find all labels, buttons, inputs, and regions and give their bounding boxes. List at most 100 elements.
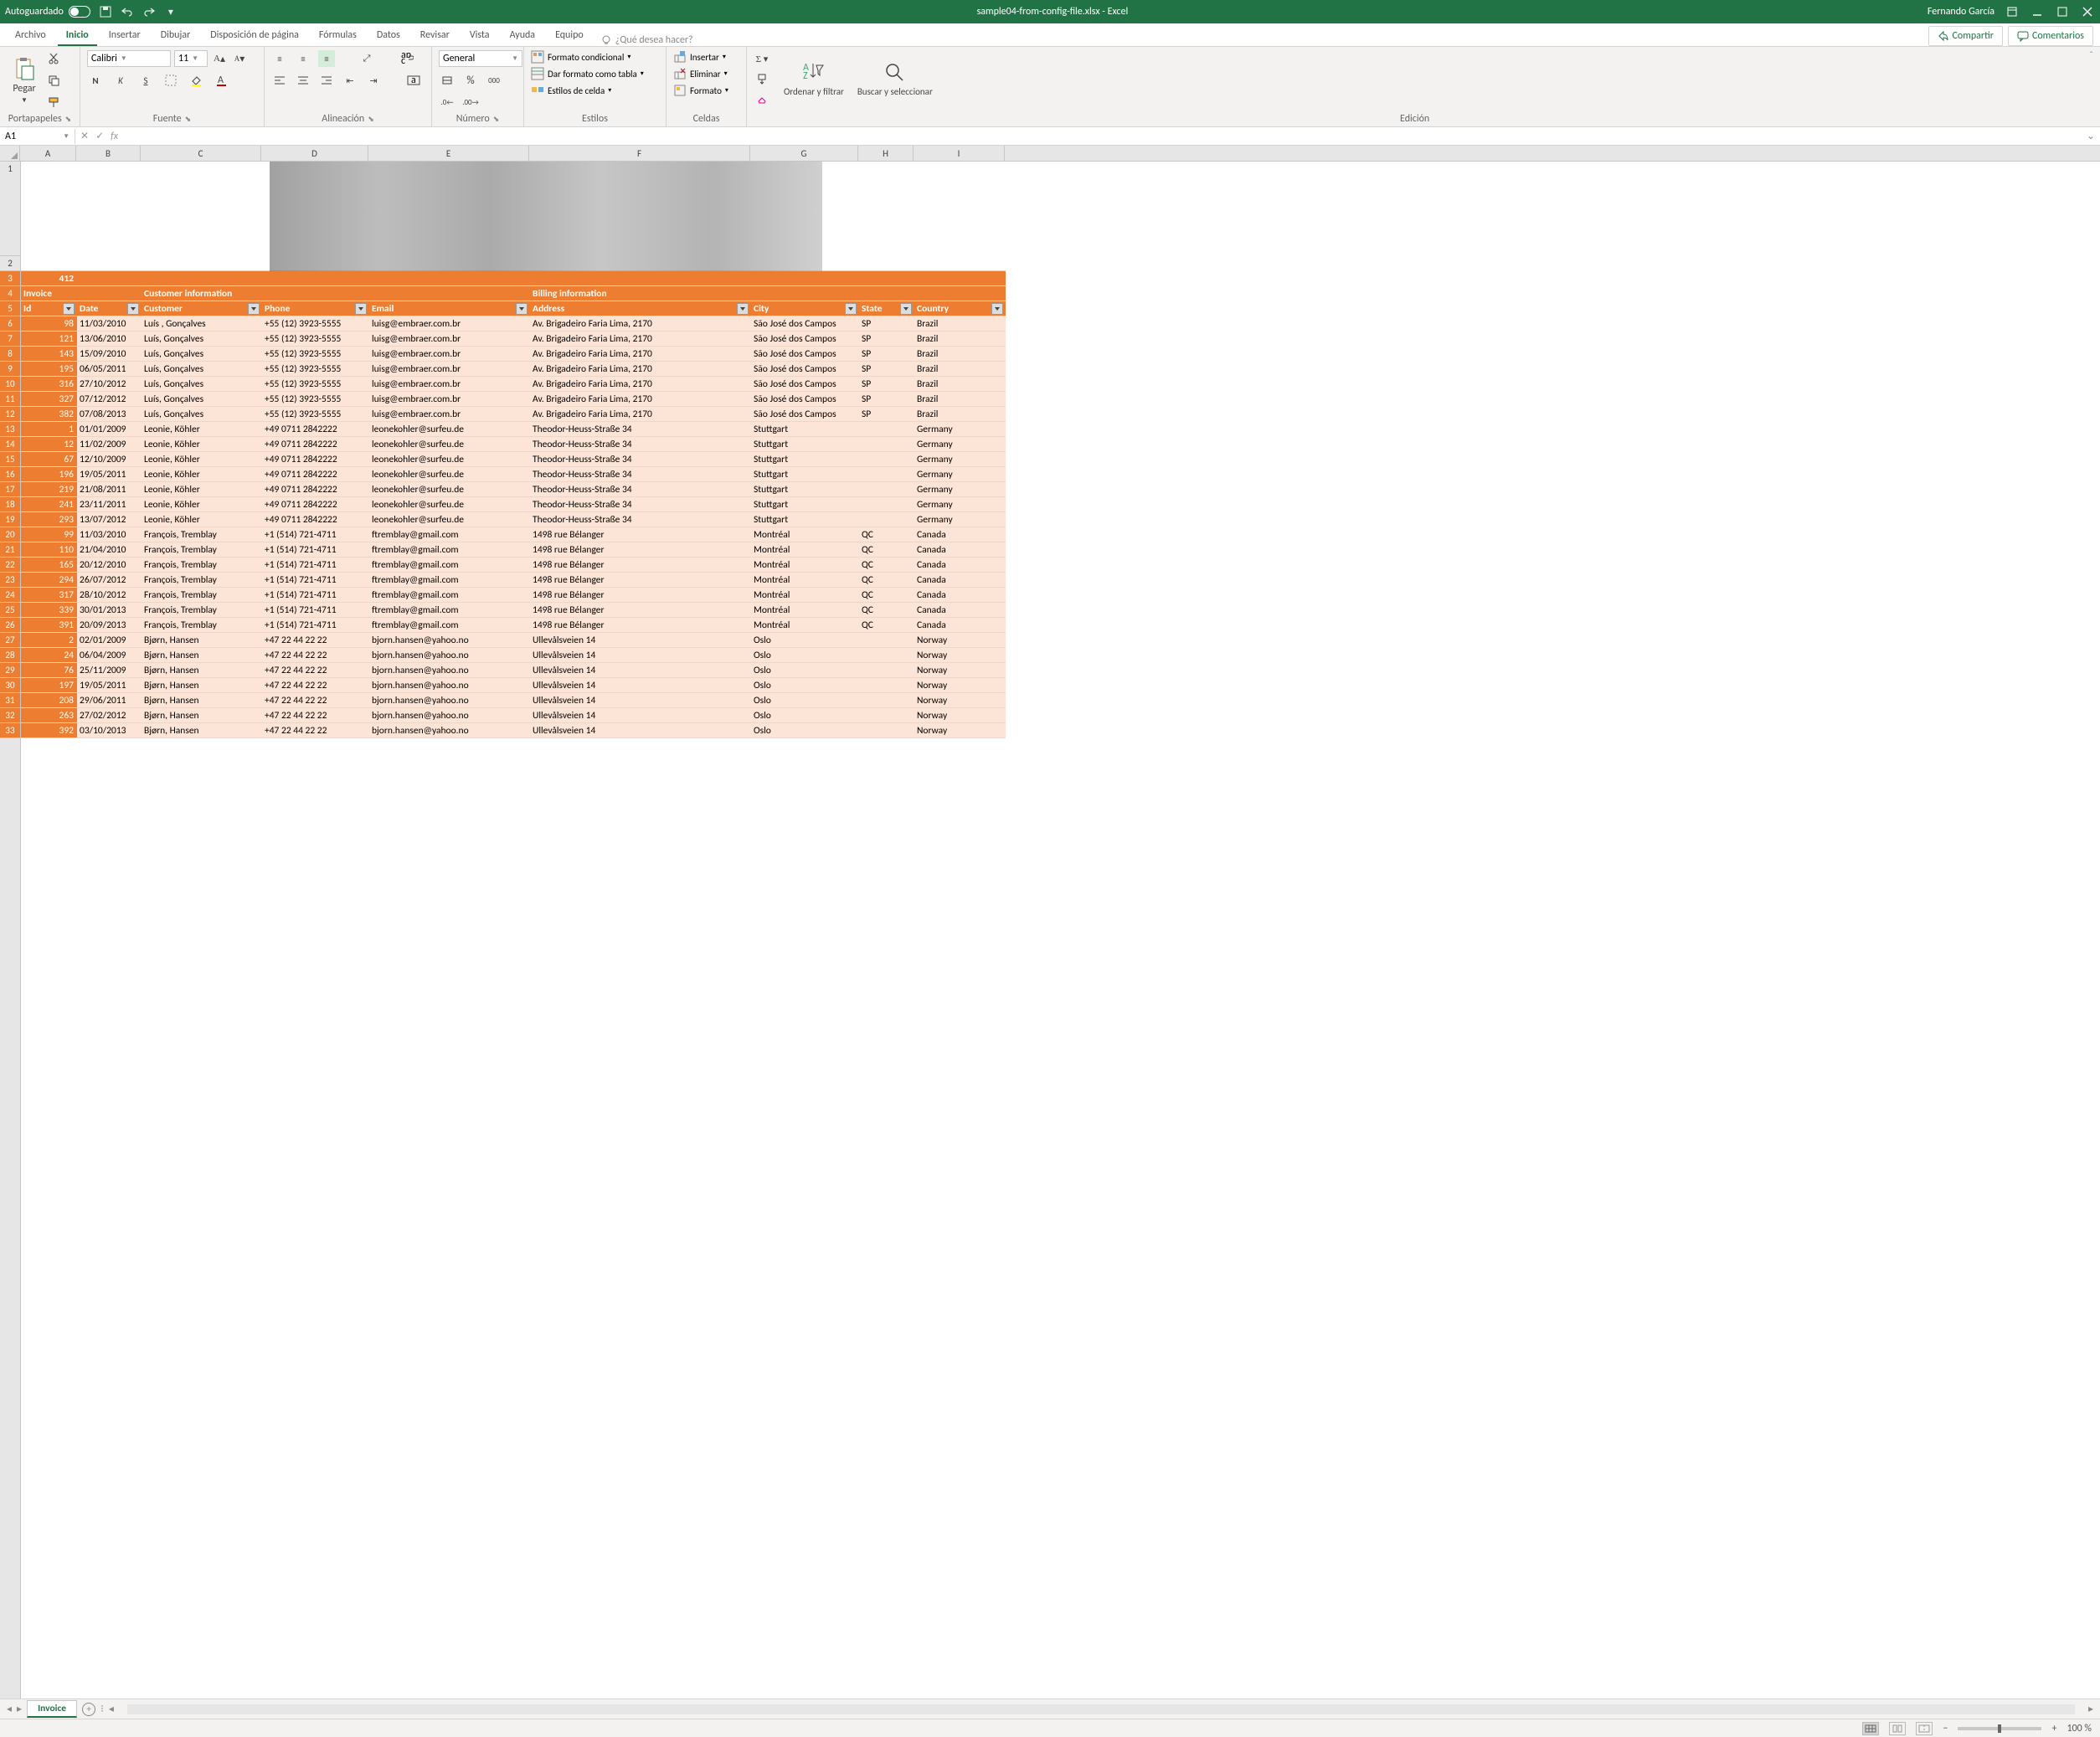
cell[interactable]: SP: [859, 331, 914, 346]
cell[interactable]: SP: [859, 377, 914, 391]
column-header[interactable]: F: [529, 146, 750, 161]
cell[interactable]: Bjørn, Hansen: [142, 708, 262, 722]
section-header[interactable]: [262, 286, 369, 301]
cell[interactable]: Norway: [914, 693, 1006, 707]
cell[interactable]: bjorn.hansen@yahoo.no: [369, 663, 530, 677]
align-left-icon[interactable]: [271, 72, 288, 89]
cell[interactable]: [859, 693, 914, 707]
cell[interactable]: Montréal: [751, 603, 859, 617]
row-header[interactable]: 6: [0, 316, 20, 331]
cell[interactable]: +55 (12) 3923-5555: [262, 392, 369, 406]
section-header[interactable]: Billing information: [530, 286, 751, 301]
cell[interactable]: 391: [21, 618, 77, 632]
sort-filter-button[interactable]: AZ Ordenar y filtrar: [779, 59, 849, 99]
cell[interactable]: +55 (12) 3923-5555: [262, 316, 369, 331]
align-right-icon[interactable]: [318, 72, 335, 89]
cell[interactable]: [859, 271, 914, 285]
ribbon-display-icon[interactable]: [2005, 4, 2020, 19]
cell[interactable]: [859, 678, 914, 692]
cell[interactable]: 99: [21, 527, 77, 542]
column-header[interactable]: G: [750, 146, 858, 161]
normal-view-icon[interactable]: [1862, 1722, 1879, 1735]
column-header[interactable]: C: [141, 146, 261, 161]
cell[interactable]: SP: [859, 407, 914, 421]
tab-formulas[interactable]: Fórmulas: [311, 26, 365, 46]
filter-dropdown-icon[interactable]: [737, 303, 749, 315]
cell[interactable]: Bjørn, Hansen: [142, 648, 262, 662]
align-center-icon[interactable]: [295, 72, 311, 89]
cell[interactable]: Luís, Gonçalves: [142, 347, 262, 361]
cell[interactable]: Bjørn, Hansen: [142, 693, 262, 707]
cell[interactable]: 27/10/2012: [77, 377, 142, 391]
cell[interactable]: ftremblay@gmail.com: [369, 603, 530, 617]
increase-decimal-icon[interactable]: .0←: [439, 94, 456, 110]
cell[interactable]: 143: [21, 347, 77, 361]
cell[interactable]: [859, 723, 914, 737]
autosum-icon[interactable]: Σ ▾: [754, 50, 770, 67]
cell[interactable]: [859, 708, 914, 722]
cell[interactable]: Bjørn, Hansen: [142, 723, 262, 737]
cell[interactable]: [859, 422, 914, 436]
cell[interactable]: [859, 512, 914, 527]
cell[interactable]: São José dos Campos: [751, 407, 859, 421]
cell[interactable]: Ullevålsveien 14: [530, 708, 751, 722]
row-header[interactable]: 5: [0, 301, 20, 316]
filter-dropdown-icon[interactable]: [63, 303, 75, 315]
cell[interactable]: [369, 271, 530, 285]
tab-draw[interactable]: Dibujar: [152, 26, 199, 46]
close-icon[interactable]: [2080, 4, 2095, 19]
cell[interactable]: 67: [21, 452, 77, 466]
qat-customize-icon[interactable]: ▾: [164, 5, 178, 18]
section-header[interactable]: Invoice: [21, 286, 77, 301]
fill-icon[interactable]: [754, 70, 770, 87]
cell[interactable]: 26/07/2012: [77, 573, 142, 587]
row-header[interactable]: 33: [0, 723, 20, 738]
page-layout-view-icon[interactable]: [1889, 1722, 1906, 1735]
font-name-dropdown[interactable]: Calibri▼: [87, 50, 171, 67]
cell[interactable]: +47 22 44 22 22: [262, 708, 369, 722]
delete-cells-button[interactable]: Eliminar ▾: [673, 67, 739, 80]
section-header[interactable]: [914, 286, 1006, 301]
column-header[interactable]: I: [914, 146, 1005, 161]
zoom-level[interactable]: 100 %: [2067, 1723, 2092, 1734]
user-name[interactable]: Fernando García: [1928, 6, 1994, 18]
table-column-header[interactable]: Id: [21, 301, 77, 316]
filter-dropdown-icon[interactable]: [516, 303, 528, 315]
cell[interactable]: 1498 rue Bélanger: [530, 618, 751, 632]
cell[interactable]: +47 22 44 22 22: [262, 678, 369, 692]
cell[interactable]: François, Tremblay: [142, 558, 262, 572]
filter-dropdown-icon[interactable]: [991, 303, 1003, 315]
cell[interactable]: [142, 271, 262, 285]
scroll-left-icon[interactable]: ◂: [109, 1703, 114, 1715]
cell[interactable]: Ullevålsveien 14: [530, 723, 751, 737]
table-column-header[interactable]: Address: [530, 301, 751, 316]
cell[interactable]: bjorn.hansen@yahoo.no: [369, 678, 530, 692]
cell[interactable]: luisg@embraer.com.br: [369, 331, 530, 346]
cell[interactable]: [859, 437, 914, 451]
cell[interactable]: Brazil: [914, 362, 1006, 376]
cell[interactable]: 1498 rue Bélanger: [530, 573, 751, 587]
section-header[interactable]: [369, 286, 530, 301]
cell[interactable]: [751, 271, 859, 285]
cell[interactable]: Av. Brigadeiro Faria Lima, 2170: [530, 407, 751, 421]
orientation-icon[interactable]: ⤢: [358, 50, 375, 67]
cell[interactable]: 294: [21, 573, 77, 587]
cell[interactable]: Brazil: [914, 377, 1006, 391]
cell[interactable]: 28/10/2012: [77, 588, 142, 602]
enter-formula-icon[interactable]: ✓: [95, 130, 104, 142]
new-sheet-button[interactable]: +: [82, 1703, 95, 1716]
expand-formula-bar-icon[interactable]: ⌄: [2087, 130, 2095, 142]
minimize-icon[interactable]: [2030, 4, 2045, 19]
tab-view[interactable]: Vista: [461, 26, 498, 46]
row-header[interactable]: 10: [0, 377, 20, 392]
cell[interactable]: 11/03/2010: [77, 527, 142, 542]
cell[interactable]: 1498 rue Bélanger: [530, 558, 751, 572]
cell[interactable]: Brazil: [914, 347, 1006, 361]
row-header[interactable]: 28: [0, 648, 20, 663]
fill-color-icon[interactable]: [188, 72, 204, 89]
cell[interactable]: +47 22 44 22 22: [262, 693, 369, 707]
cell[interactable]: [859, 497, 914, 511]
cell[interactable]: Germany: [914, 482, 1006, 496]
cell[interactable]: Canada: [914, 558, 1006, 572]
merge-center-icon[interactable]: a: [405, 72, 422, 89]
